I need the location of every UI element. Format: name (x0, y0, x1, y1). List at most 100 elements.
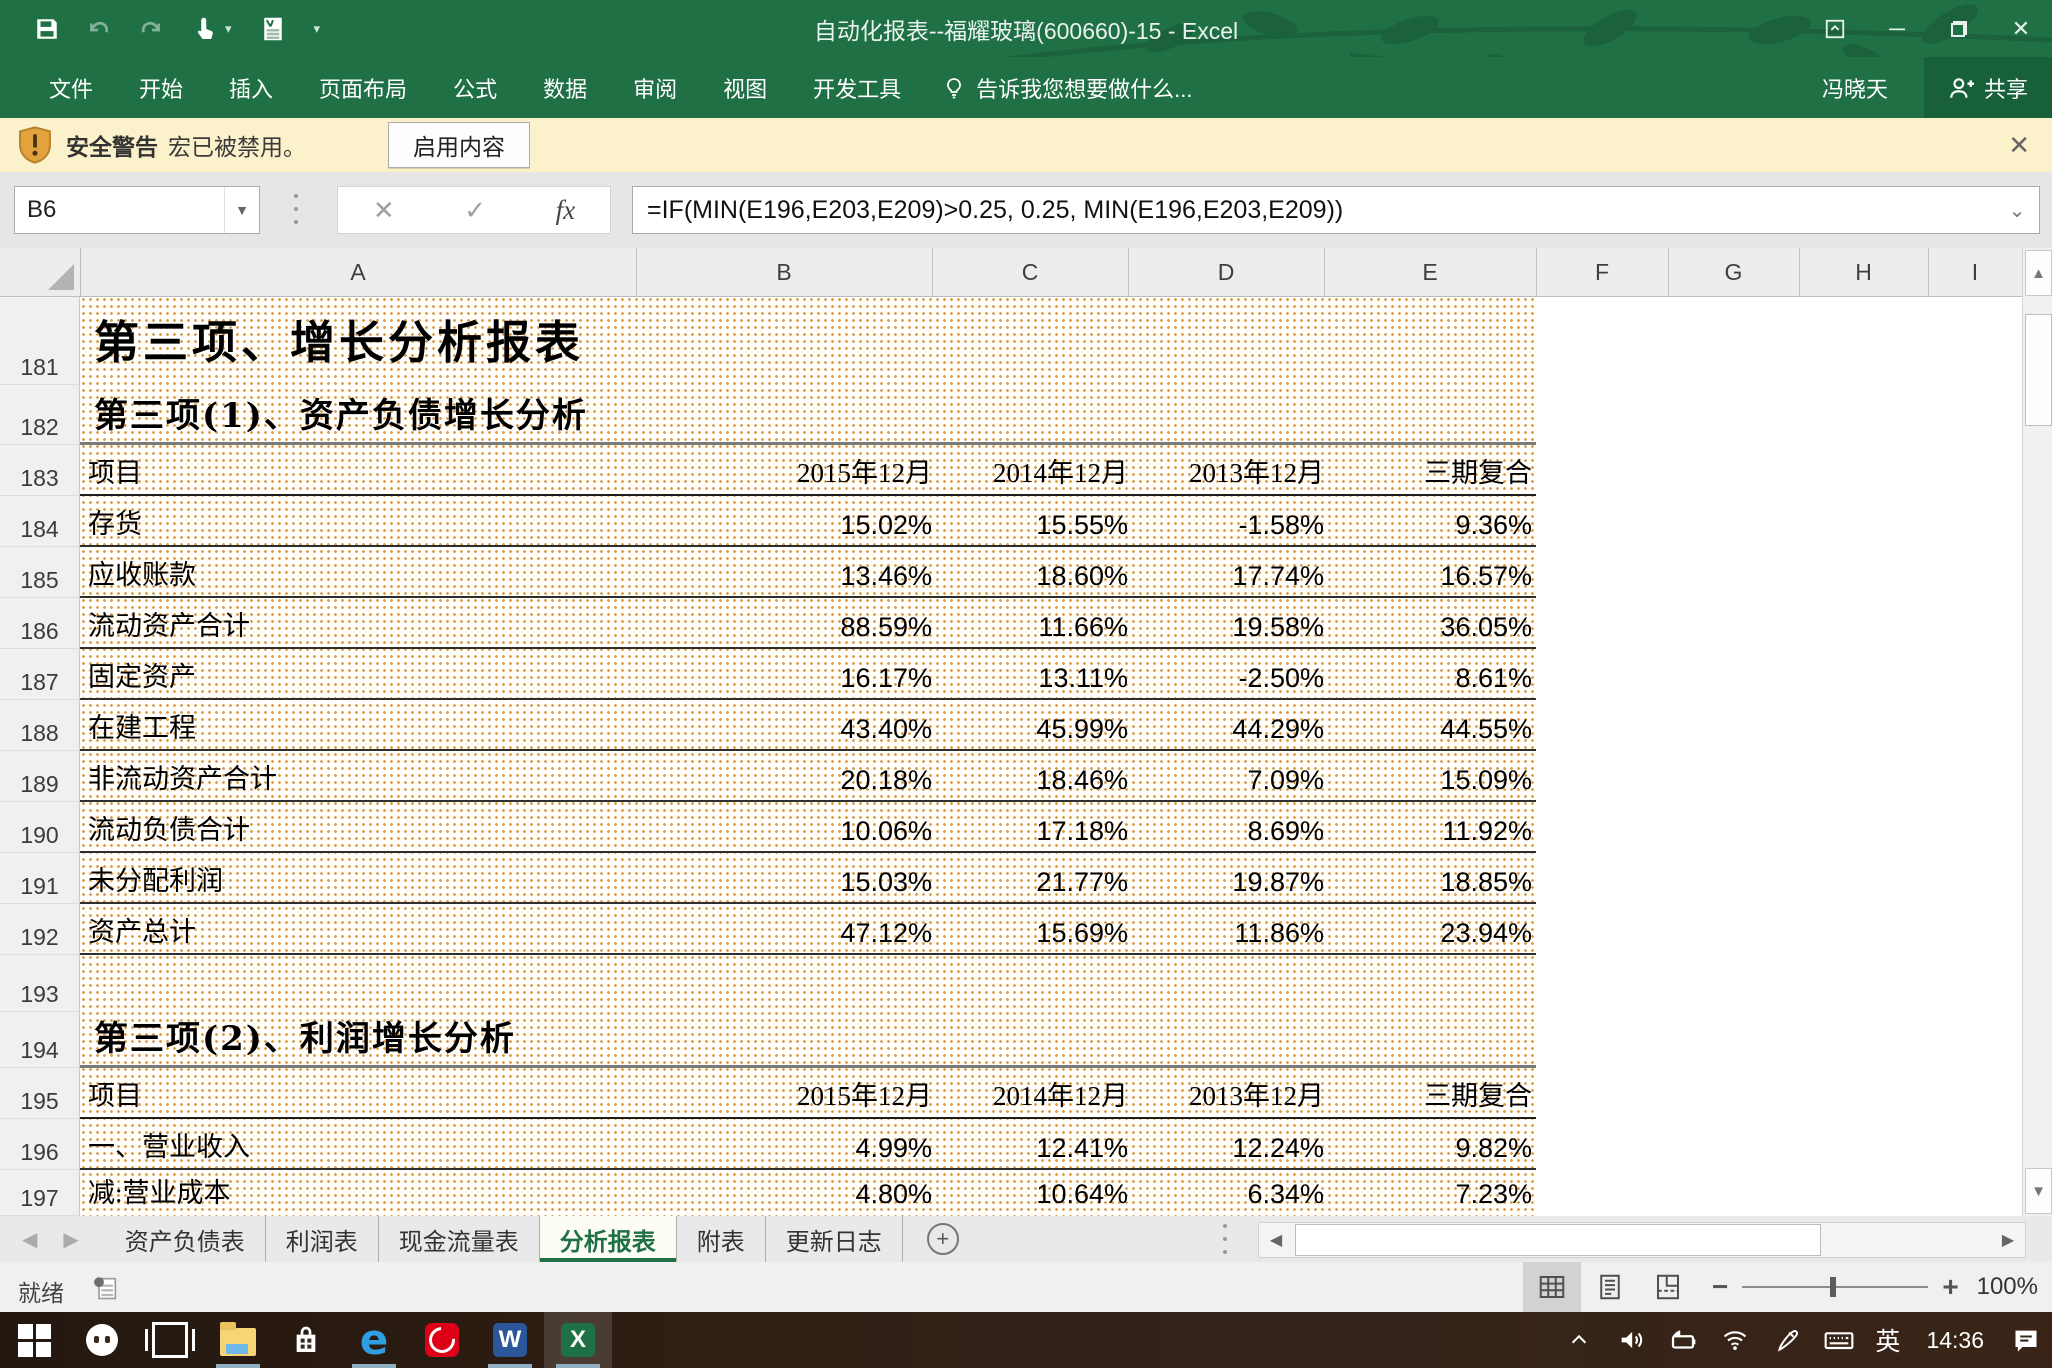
ribbon-tab-3[interactable]: 页面布局 (296, 57, 430, 118)
select-all-corner[interactable] (0, 248, 81, 296)
qat-customize-icon[interactable]: ▾ (314, 21, 321, 37)
ribbon-tab-4[interactable]: 公式 (430, 57, 520, 118)
name-box[interactable]: B6 ▼ (14, 186, 260, 234)
page-break-view-icon[interactable] (1639, 1262, 1697, 1312)
row-header-191[interactable]: 191 (0, 853, 80, 904)
tray-chevron-icon[interactable] (1553, 1312, 1605, 1368)
zoom-slider-thumb[interactable] (1830, 1277, 1836, 1297)
scroll-down-icon[interactable]: ▼ (2025, 1168, 2052, 1214)
row-cells-182[interactable]: 第三项(1)、资产负债增长分析 (80, 385, 2022, 445)
row-cells-192[interactable]: 资产总计47.12%15.69%11.86%23.94% (80, 904, 2022, 955)
scroll-left-icon[interactable]: ◀ (1259, 1223, 1293, 1257)
row-header-196[interactable]: 196 (0, 1119, 80, 1170)
redo-icon[interactable] (138, 16, 164, 42)
ribbon-tab-file[interactable]: 文件 (26, 57, 116, 118)
netease-music-button[interactable] (408, 1312, 476, 1368)
save-icon[interactable] (34, 16, 60, 42)
name-box-dropdown-icon[interactable]: ▼ (224, 187, 259, 233)
sheet-tab-分析报表[interactable]: 分析报表 (540, 1216, 677, 1262)
row-cells-185[interactable]: 应收账款13.46%18.60%17.74%16.57% (80, 547, 2022, 598)
scroll-right-icon[interactable]: ▶ (1991, 1223, 2025, 1257)
touch-keyboard-icon[interactable] (1813, 1312, 1865, 1368)
column-header-I[interactable]: I (1928, 248, 2023, 296)
row-header-185[interactable]: 185 (0, 547, 80, 598)
row-header-182[interactable]: 182 (0, 385, 80, 445)
share-button[interactable]: 共享 (1924, 57, 2052, 118)
sheet-tab-资产负债表[interactable]: 资产负债表 (105, 1216, 266, 1262)
row-header-184[interactable]: 184 (0, 496, 80, 547)
action-center-icon[interactable] (2000, 1312, 2052, 1368)
column-header-G[interactable]: G (1668, 248, 1800, 296)
formula-input[interactable]: =IF(MIN(E196,E203,E209)>0.25, 0.25, MIN(… (632, 186, 2040, 234)
task-view-button[interactable] (136, 1312, 204, 1368)
sheet-grid[interactable]: 181第三项、增长分析报表182第三项(1)、资产负债增长分析183项目2015… (0, 296, 2022, 1216)
zoom-in-icon[interactable]: + (1942, 1271, 1958, 1303)
ribbon-tab-2[interactable]: 插入 (206, 57, 296, 118)
row-cells-191[interactable]: 未分配利润15.03%21.77%19.87%18.85% (80, 853, 2022, 904)
row-cells-181[interactable]: 第三项、增长分析报表 (80, 296, 2022, 385)
scroll-up-icon[interactable]: ▲ (2025, 250, 2052, 296)
enter-icon[interactable]: ✓ (464, 195, 486, 226)
row-header-189[interactable]: 189 (0, 751, 80, 802)
row-header-186[interactable]: 186 (0, 598, 80, 649)
column-header-E[interactable]: E (1324, 248, 1537, 296)
row-cells-196[interactable]: 一、营业收入4.99%12.41%12.24%9.82% (80, 1119, 2022, 1170)
sheet-tab-附表[interactable]: 附表 (677, 1216, 766, 1262)
zoom-out-icon[interactable]: − (1712, 1271, 1728, 1303)
row-header-183[interactable]: 183 (0, 445, 80, 496)
ribbon-tab-8[interactable]: 开发工具 (790, 57, 924, 118)
cortana-button[interactable] (68, 1312, 136, 1368)
vertical-scroll-thumb[interactable] (2025, 314, 2052, 426)
edge-button[interactable]: e (340, 1312, 408, 1368)
close-button[interactable]: ✕ (1990, 0, 2052, 57)
clock[interactable]: 14:36 (1910, 1327, 2000, 1354)
zoom-level[interactable]: 100% (1977, 1273, 2038, 1301)
formula-bar-expand-icon[interactable]: ⌄ (1995, 198, 2039, 223)
zoom-slider[interactable] (1742, 1286, 1928, 1288)
volume-icon[interactable] (1605, 1312, 1657, 1368)
page-layout-view-icon[interactable] (1581, 1262, 1639, 1312)
row-cells-183[interactable]: 项目2015年12月2014年12月2013年12月三期复合 (80, 445, 2022, 496)
sheet-next-icon[interactable]: ▶ (63, 1227, 78, 1252)
vertical-scrollbar[interactable]: ▲ ▼ (2022, 248, 2052, 1216)
column-header-C[interactable]: C (932, 248, 1129, 296)
user-name[interactable]: 冯晓天 (1822, 72, 1888, 104)
ribbon-tab-1[interactable]: 开始 (116, 57, 206, 118)
word-button[interactable]: W (476, 1312, 544, 1368)
new-sheet-button[interactable]: + (903, 1216, 983, 1262)
warning-close-icon[interactable]: ✕ (2008, 130, 2030, 161)
minimize-button[interactable]: ─ (1866, 0, 1928, 57)
row-header-194[interactable]: 194 (0, 1012, 80, 1068)
cancel-icon[interactable]: ✕ (373, 195, 395, 226)
row-cells-190[interactable]: 流动负债合计10.06%17.18%8.69%11.92% (80, 802, 2022, 853)
column-header-B[interactable]: B (636, 248, 933, 296)
touch-mode-icon[interactable]: ▾ (190, 14, 232, 44)
row-header-187[interactable]: 187 (0, 649, 80, 700)
row-cells-189[interactable]: 非流动资产合计20.18%18.46%7.09%15.09% (80, 751, 2022, 802)
start-button[interactable] (0, 1312, 68, 1368)
row-header-193[interactable]: 193 (0, 955, 80, 1012)
pen-icon[interactable] (1761, 1312, 1813, 1368)
column-header-F[interactable]: F (1536, 248, 1669, 296)
horizontal-scrollbar[interactable]: ◀ ▶ (1258, 1222, 2026, 1258)
tell-me-box[interactable]: 告诉我您想要做什么... (924, 72, 1192, 104)
row-header-192[interactable]: 192 (0, 904, 80, 955)
sheet-tab-更新日志[interactable]: 更新日志 (766, 1216, 903, 1262)
row-cells-194[interactable]: 第三项(2)、利润增长分析 (80, 1012, 2022, 1068)
sheet-tab-现金流量表[interactable]: 现金流量表 (379, 1216, 540, 1262)
undo-icon[interactable] (86, 16, 112, 42)
excel-button[interactable]: X (544, 1312, 612, 1368)
row-header-197[interactable]: 197 (0, 1170, 80, 1216)
ribbon-display-options-icon[interactable] (1804, 0, 1866, 57)
row-header-190[interactable]: 190 (0, 802, 80, 853)
column-header-A[interactable]: A (80, 248, 637, 296)
store-button[interactable] (272, 1312, 340, 1368)
tabbar-separator[interactable] (1223, 1224, 1227, 1254)
battery-icon[interactable] (1657, 1312, 1709, 1368)
row-header-195[interactable]: 195 (0, 1068, 80, 1119)
row-cells-186[interactable]: 流动资产合计88.59%11.66%19.58%36.05% (80, 598, 2022, 649)
enable-content-button[interactable]: 启用内容 (388, 122, 530, 168)
workbook-macro-icon[interactable] (258, 14, 288, 44)
row-cells-187[interactable]: 固定资产16.17%13.11%-2.50%8.61% (80, 649, 2022, 700)
insert-function-icon[interactable]: fx (556, 195, 576, 226)
